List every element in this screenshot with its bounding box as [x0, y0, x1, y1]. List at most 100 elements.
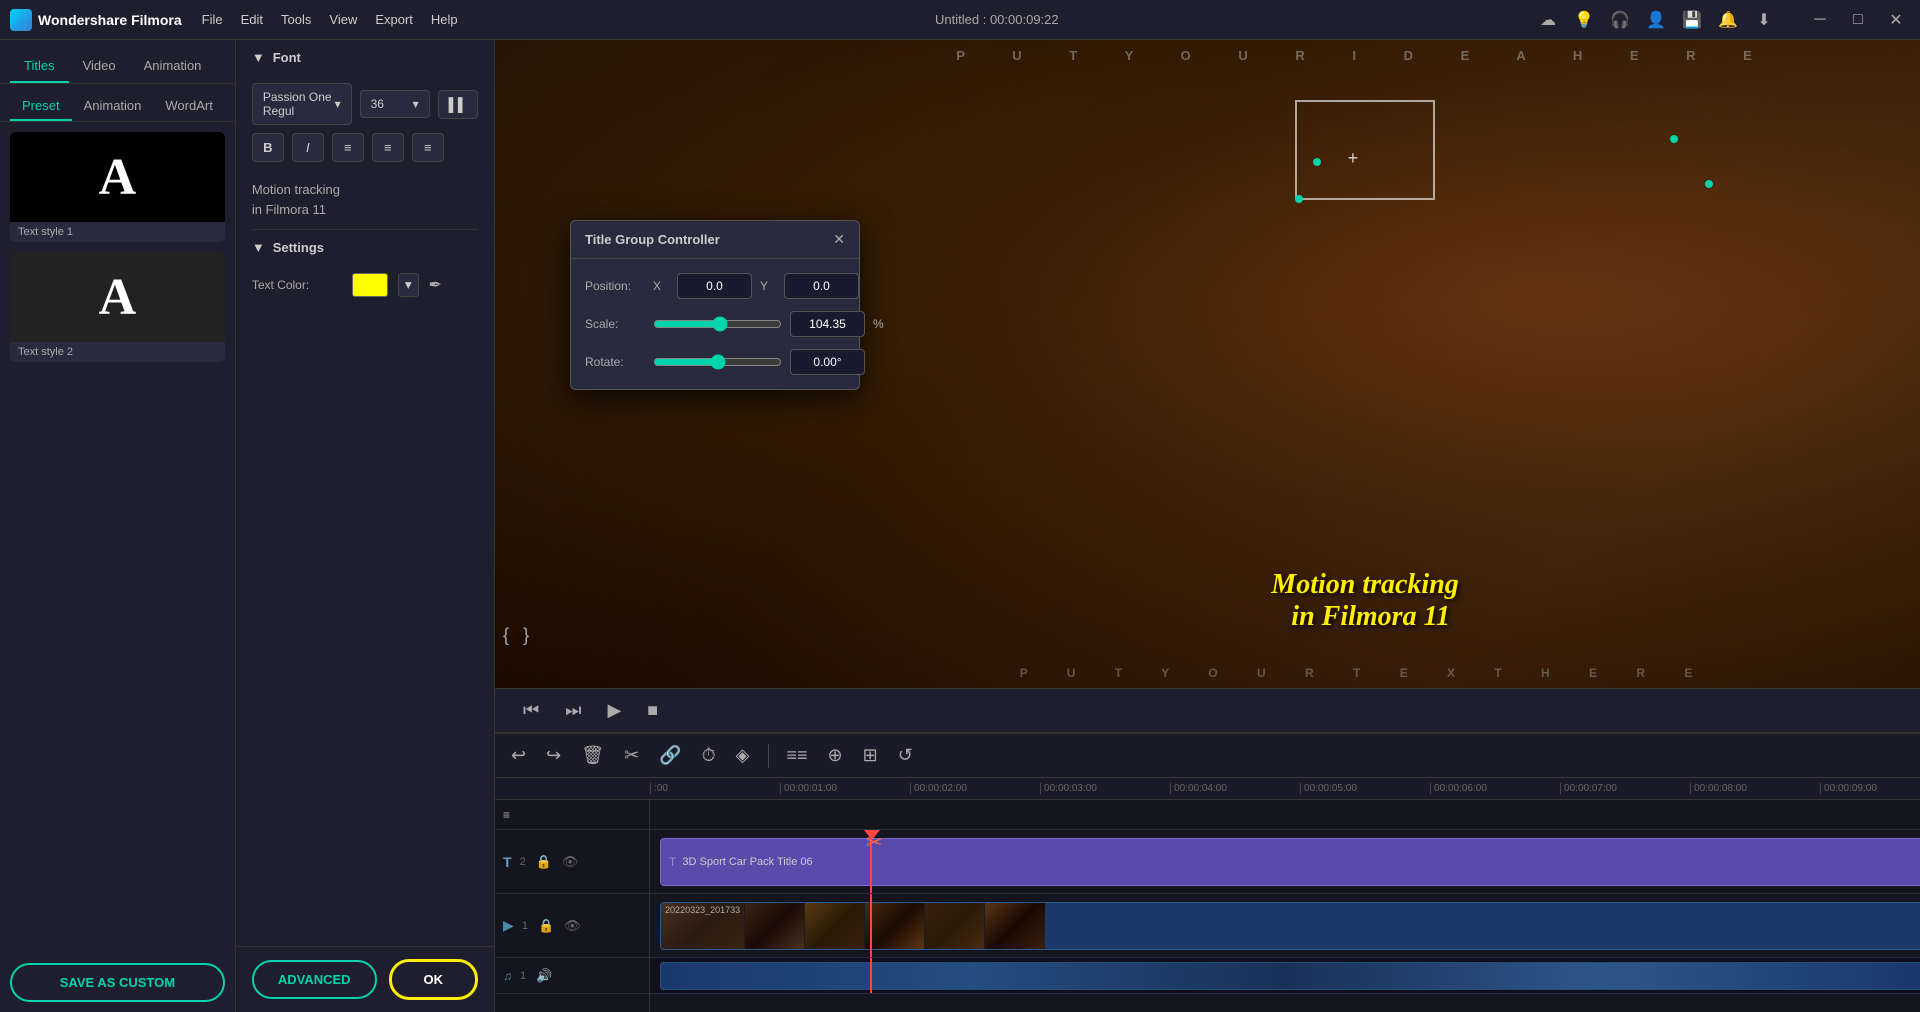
video-thumb-5	[925, 903, 985, 949]
align-left-button[interactable]: ≡	[332, 133, 364, 162]
tab-titles[interactable]: Titles	[10, 50, 69, 83]
dialog-x-input[interactable]	[677, 273, 752, 299]
font-section: Passion One Regul ▾ 36 ▾ ▌▌ B I ≡ ≡ ≡	[236, 75, 494, 170]
main-layout: Titles Video Animation Preset Animation …	[0, 40, 1920, 1012]
dialog-y-input[interactable]	[784, 273, 859, 299]
video-track-row[interactable]: 20220323_201733	[650, 894, 1920, 958]
font-size-selector[interactable]: 36 ▾	[360, 90, 430, 118]
download-icon[interactable]: ⬇	[1752, 8, 1776, 32]
tab-bar-top: Titles Video Animation	[0, 40, 235, 84]
ruler-tick-9: 00:00:09:00	[1820, 783, 1920, 794]
audio-track-row[interactable]	[650, 958, 1920, 994]
track-lock-icon[interactable]: 🔒	[536, 854, 552, 870]
track-labels: ≡ T 2 🔒 👁 ▶ 1 🔒 👁	[495, 800, 650, 1012]
italic-button[interactable]: I	[292, 133, 324, 162]
play-button[interactable]: ▶	[599, 696, 629, 725]
app-logo: Wondershare Filmora	[10, 9, 182, 31]
maximize-button[interactable]: □	[1844, 6, 1872, 34]
bold-button[interactable]: B	[252, 133, 284, 162]
video-thumb-6	[985, 903, 1045, 949]
crosshair-icon: +	[1348, 148, 1359, 169]
notification-icon[interactable]: 🔔	[1716, 8, 1740, 32]
menu-file[interactable]: File	[202, 12, 223, 27]
color-dropdown-btn[interactable]: ▾	[398, 273, 419, 297]
timer-button[interactable]: ⏱	[696, 741, 722, 770]
skip-back-button[interactable]: ⏮	[515, 696, 547, 725]
dialog-scale-row: Scale: %	[585, 311, 845, 337]
link-button[interactable]: 🔗	[653, 741, 687, 770]
tab-animation[interactable]: Animation	[130, 50, 216, 83]
preset-item-1[interactable]: A Text style 1	[10, 132, 225, 242]
font-family-selector[interactable]: Passion One Regul ▾	[252, 83, 352, 125]
title-track-row[interactable]: ✂ T 3D Sport Car Pack Title 06	[650, 830, 1920, 894]
audio-track-icon: ♫	[503, 969, 512, 983]
tab-animation-sub[interactable]: Animation	[72, 92, 154, 121]
video-overlay-text: Motion trackingin Filmora 11	[1271, 569, 1458, 633]
cloud-icon[interactable]: ☁	[1536, 8, 1560, 32]
bulb-icon[interactable]: 💡	[1572, 8, 1596, 32]
menu-tools[interactable]: Tools	[281, 12, 311, 27]
menu-view[interactable]: View	[329, 12, 357, 27]
curly-braces: { }	[503, 625, 529, 646]
tracks-button[interactable]: ≡≡	[781, 741, 814, 770]
dialog-scale-slider[interactable]	[653, 316, 782, 332]
video-track-eye-icon[interactable]: 👁	[564, 918, 581, 934]
settings-section-header[interactable]: ▼ Settings	[236, 230, 494, 265]
title-clip[interactable]: T 3D Sport Car Pack Title 06	[660, 838, 1920, 886]
avatar-icon[interactable]: 👤	[1644, 8, 1668, 32]
align-right-button[interactable]: ≡	[412, 133, 444, 162]
tab-video[interactable]: Video	[69, 50, 130, 83]
tab-wordart[interactable]: WordArt	[153, 92, 224, 121]
undo-button[interactable]: ↩	[505, 741, 532, 770]
color-grade-button[interactable]: ◈	[730, 741, 756, 770]
menu-export[interactable]: Export	[375, 12, 413, 27]
video-clip[interactable]: 20220323_201733	[660, 902, 1920, 950]
timeline-toolbar: ↩ ↪ 🗑 ✂ 🔗 ⏱ ◈ ≡≡ ⊕ ⊞ ↺ − + +	[495, 734, 1920, 778]
title-group-controller-dialog: Title Group Controller ✕ Position: X Y S…	[570, 220, 860, 390]
split-audio-button[interactable]: ⊞	[857, 741, 884, 770]
loop-button[interactable]: ↺	[892, 741, 919, 770]
video-track-lock-icon[interactable]: 🔒	[538, 918, 554, 934]
timeline-tracks: ≡ T 2 🔒 👁 ▶ 1 🔒 👁	[495, 800, 1920, 1012]
preset-item-2[interactable]: A Text style 2	[10, 252, 225, 362]
eyedropper-button[interactable]: ✒	[429, 275, 442, 295]
dialog-scale-input[interactable]	[790, 311, 865, 337]
color-swatch-yellow[interactable]	[352, 273, 388, 297]
ok-button[interactable]: OK	[389, 959, 479, 1000]
font-size-chevron: ▾	[413, 97, 419, 111]
tab-preset[interactable]: Preset	[10, 92, 72, 121]
preview-toolbar: ⏮ ⏭ ▶ ■ Full ▾ 🖥 📷 🔊 ⊞ ⊟ ⋯	[495, 688, 1920, 732]
dialog-rotate-slider[interactable]	[653, 354, 782, 370]
menu-help[interactable]: Help	[431, 12, 458, 27]
menu-edit[interactable]: Edit	[241, 12, 263, 27]
stop-button[interactable]: ■	[639, 696, 666, 725]
title-bar-icons: ☁ 💡 🎧 👤 💾 🔔 ⬇	[1536, 8, 1776, 32]
text-color-label: Text Color:	[252, 278, 342, 292]
save-as-custom-button[interactable]: SAVE AS CUSTOM	[10, 963, 225, 1002]
ruler-tick-1: 00:00:01:00	[780, 783, 910, 794]
advanced-button[interactable]: ADVANCED	[252, 960, 377, 999]
font-family-name: Passion One Regul	[263, 90, 335, 118]
dialog-rotate-input[interactable]	[790, 349, 865, 375]
close-button[interactable]: ✕	[1882, 6, 1910, 34]
step-back-button[interactable]: ⏭	[557, 696, 589, 725]
align-center-button[interactable]: ≡	[372, 133, 404, 162]
audio-track-vol-icon[interactable]: 🔊	[536, 968, 552, 984]
cut-button[interactable]: ✂	[618, 741, 645, 770]
ruler-tick-4: 00:00:04:00	[1170, 783, 1300, 794]
video-track-icon: ▶	[503, 917, 514, 934]
save-icon[interactable]: 💾	[1680, 8, 1704, 32]
preset-label-2: Text style 2	[10, 342, 225, 362]
redo-button[interactable]: ↪	[540, 741, 567, 770]
track-num-title: 2	[520, 856, 526, 868]
headphone-icon[interactable]: 🎧	[1608, 8, 1632, 32]
snap-button[interactable]: ⊕	[822, 741, 849, 770]
dialog-close-button[interactable]: ✕	[833, 231, 845, 248]
font-chart-btn[interactable]: ▌▌	[438, 90, 478, 119]
track-eye-icon[interactable]: 👁	[562, 854, 579, 870]
audio-clip[interactable]	[660, 962, 1920, 990]
delete-clip-button[interactable]: 🗑	[575, 741, 610, 770]
track-num-audio: 1	[520, 970, 526, 982]
minimize-button[interactable]: ─	[1806, 6, 1834, 34]
font-section-header[interactable]: ▼ Font	[236, 40, 494, 75]
